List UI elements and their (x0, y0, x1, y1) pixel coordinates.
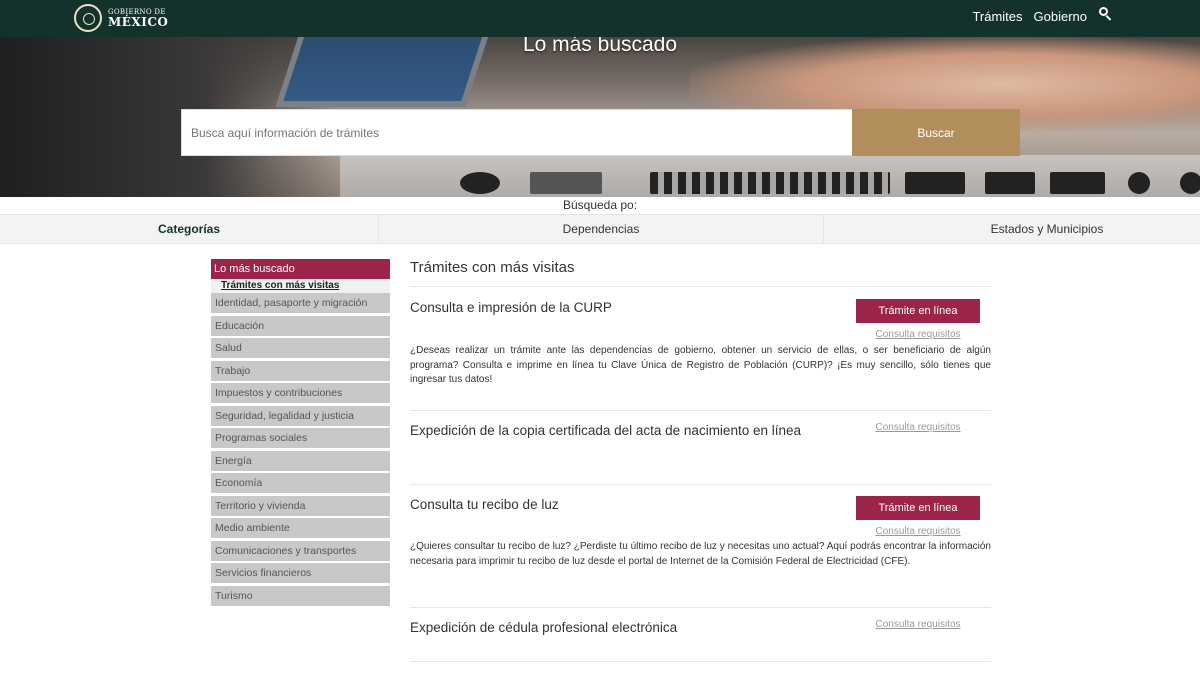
tramites-list: Trámites con más visitas Consulta e impr… (410, 257, 991, 662)
page-title: Lo más buscado (522, 37, 678, 56)
list-item: Expedición de cédula profesional electró… (410, 608, 991, 662)
filter-tabs: Categorías Dependencias Estados y Munici… (0, 214, 1200, 244)
sidebar-item-identidad[interactable]: Identidad, pasaporte y migración (211, 293, 390, 313)
tramite-name[interactable]: Consulta e impresión de la CURP (410, 298, 830, 318)
sidebar-item-educacion[interactable]: Educación (211, 315, 390, 336)
sidebar-subitem-tramites-visitas[interactable]: Trámites con más visitas (211, 279, 390, 293)
tramite-description: ¿Quieres consultar tu recibo de luz? ¿Pe… (410, 541, 991, 567)
consulta-requisitos-link[interactable]: Consulta requisitos (856, 526, 980, 537)
nav-links: Trámites Gobierno (972, 0, 1113, 33)
nav-link-gobierno[interactable]: Gobierno (1034, 9, 1087, 24)
nav-link-tramites[interactable]: Trámites (972, 9, 1022, 24)
tab-dependencias[interactable]: Dependencias (378, 215, 823, 243)
top-navbar: GOBIERNO DE MÉXICO Trámites Gobierno (0, 0, 1200, 37)
sidebar-item-programas-sociales[interactable]: Programas sociales (211, 428, 390, 448)
tramite-name[interactable]: Expedición de cédula profesional electró… (410, 618, 830, 638)
logo-bottom-text: MÉXICO (108, 14, 169, 29)
tramite-description: ¿Deseas realizar un trámite ante las dep… (410, 345, 991, 385)
sidebar-list: Identidad, pasaporte y migración Educaci… (211, 293, 390, 606)
sidebar-item-comunicaciones[interactable]: Comunicaciones y transportes (211, 540, 390, 561)
sidebar-item-turismo[interactable]: Turismo (211, 585, 390, 606)
sidebar-item-salud[interactable]: Salud (211, 338, 390, 358)
hero-banner: Lo más buscado Buscar (0, 37, 1200, 197)
section-title: Trámites con más visitas (410, 257, 991, 287)
sidebar-item-energia[interactable]: Energía (211, 450, 390, 471)
search-button[interactable]: Buscar (852, 109, 1020, 156)
consulta-requisitos-link[interactable]: Consulta requisitos (856, 422, 980, 433)
list-item: Consulta tu recibo de luz Trámite en lín… (410, 485, 991, 608)
sidebar-item-territorio[interactable]: Territorio y vivienda (211, 495, 390, 516)
sidebar-item-seguridad[interactable]: Seguridad, legalidad y justicia (211, 405, 390, 426)
seal-icon (74, 4, 102, 32)
tab-estados-municipios[interactable]: Estados y Municipios (823, 215, 1200, 243)
logo-text: GOBIERNO DE MÉXICO (108, 8, 169, 29)
category-sidebar: Lo más buscado Trámites con más visitas … (211, 259, 390, 606)
sidebar-item-trabajo[interactable]: Trabajo (211, 360, 390, 381)
list-item: Expedición de la copia certificada del a… (410, 411, 991, 485)
sidebar-item-medio-ambiente[interactable]: Medio ambiente (211, 518, 390, 538)
search-input[interactable] (181, 109, 853, 156)
tramite-en-linea-button[interactable]: Trámite en línea (856, 299, 980, 323)
sidebar-item-impuestos[interactable]: Impuestos y contribuciones (211, 383, 390, 403)
sidebar-item-economia[interactable]: Economía (211, 473, 390, 493)
gobierno-logo[interactable]: GOBIERNO DE MÉXICO (74, 3, 168, 33)
tramite-name[interactable]: Consulta tu recibo de luz (410, 495, 830, 515)
search-icon[interactable] (1099, 7, 1113, 21)
tramite-en-linea-button[interactable]: Trámite en línea (856, 496, 980, 520)
consulta-requisitos-link[interactable]: Consulta requisitos (856, 329, 980, 340)
sidebar-item-servicios-financieros[interactable]: Servicios financieros (211, 563, 390, 583)
tramite-name[interactable]: Expedición de la copia certificada del a… (410, 421, 830, 441)
busqueda-label: Búsqueda po: (562, 198, 638, 212)
consulta-requisitos-link[interactable]: Consulta requisitos (856, 619, 980, 630)
list-item: Consulta e impresión de la CURP Trámite … (410, 287, 991, 411)
sidebar-item-lo-mas-buscado[interactable]: Lo más buscado (211, 259, 390, 279)
tab-categorias[interactable]: Categorías (0, 215, 378, 243)
